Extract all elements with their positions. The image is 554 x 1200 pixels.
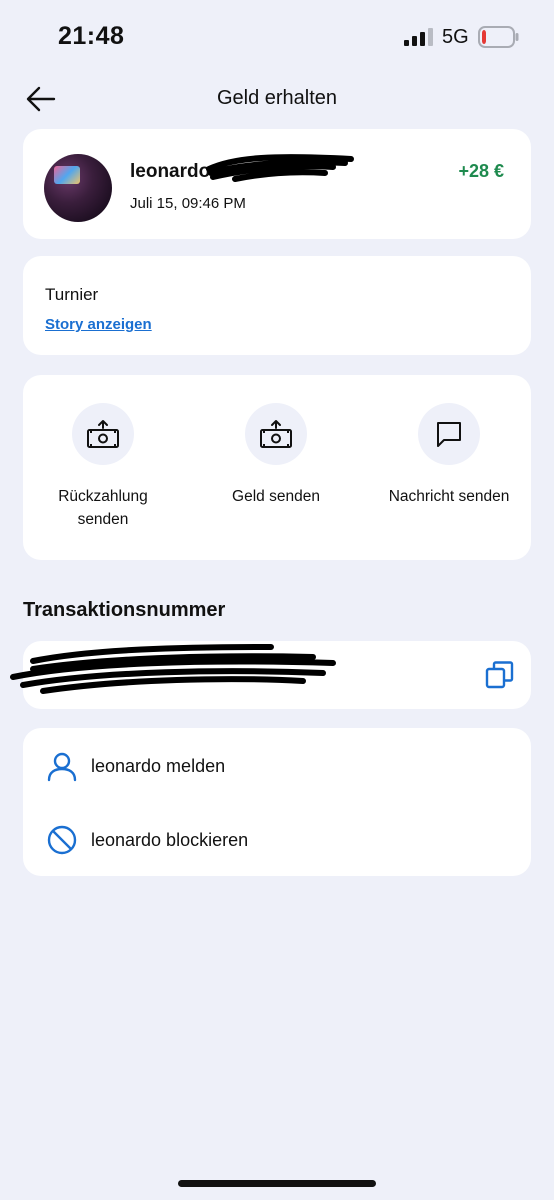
redaction-scribble — [10, 644, 336, 694]
page-title: Geld erhalten — [216, 87, 338, 109]
status-bar: 21:48 5G — [0, 0, 554, 72]
block-icon — [47, 825, 77, 855]
story-link[interactable]: Story anzeigen — [45, 316, 152, 333]
money-send-icon — [72, 403, 134, 465]
sender-card: leonardo Juli 15, 09:46 PM +28 € — [23, 129, 531, 239]
transaction-section-title: Transaktionsnummer — [23, 599, 226, 621]
amount: +28 € — [458, 161, 504, 181]
refund-label: Rückzahlung — [58, 488, 148, 505]
refund-label-2: senden — [77, 511, 129, 528]
copy-icon[interactable] — [485, 660, 515, 690]
note-text: Turnier — [45, 285, 99, 304]
money-send-icon — [245, 403, 307, 465]
send-message-button[interactable]: Nachricht senden — [369, 403, 529, 508]
status-time: 21:48 — [58, 22, 125, 50]
person-icon — [47, 752, 77, 782]
refund-button[interactable]: Rückzahlung senden — [23, 403, 183, 531]
send-money-button[interactable]: Geld senden — [196, 403, 356, 508]
report-user-label: leonardo melden — [91, 756, 226, 776]
cellular-signal-icon — [404, 28, 433, 46]
nav-bar: Geld erhalten — [0, 78, 554, 118]
send-message-label: Nachricht senden — [388, 488, 510, 505]
sender-name: leonardo — [130, 161, 211, 182]
avatar[interactable] — [44, 154, 112, 222]
battery-icon — [478, 26, 519, 48]
network-type: 5G — [442, 26, 469, 48]
transaction-date: Juli 15, 09:46 PM — [130, 195, 246, 212]
transaction-card — [10, 641, 531, 709]
home-indicator[interactable] — [178, 1180, 376, 1187]
note-card: Turnier Story anzeigen — [23, 256, 531, 355]
chat-bubble-icon — [418, 403, 480, 465]
redaction-scribble — [206, 154, 354, 182]
block-user-label: leonardo blockieren — [91, 830, 249, 850]
block-user-button[interactable]: leonardo blockieren — [23, 810, 531, 870]
report-user-button[interactable]: leonardo melden — [23, 736, 531, 796]
send-money-label: Geld senden — [232, 488, 320, 505]
menu-card: leonardo melden leonardo blockieren — [23, 728, 531, 876]
actions-card: Rückzahlung senden Geld senden Nachricht… — [23, 375, 531, 560]
